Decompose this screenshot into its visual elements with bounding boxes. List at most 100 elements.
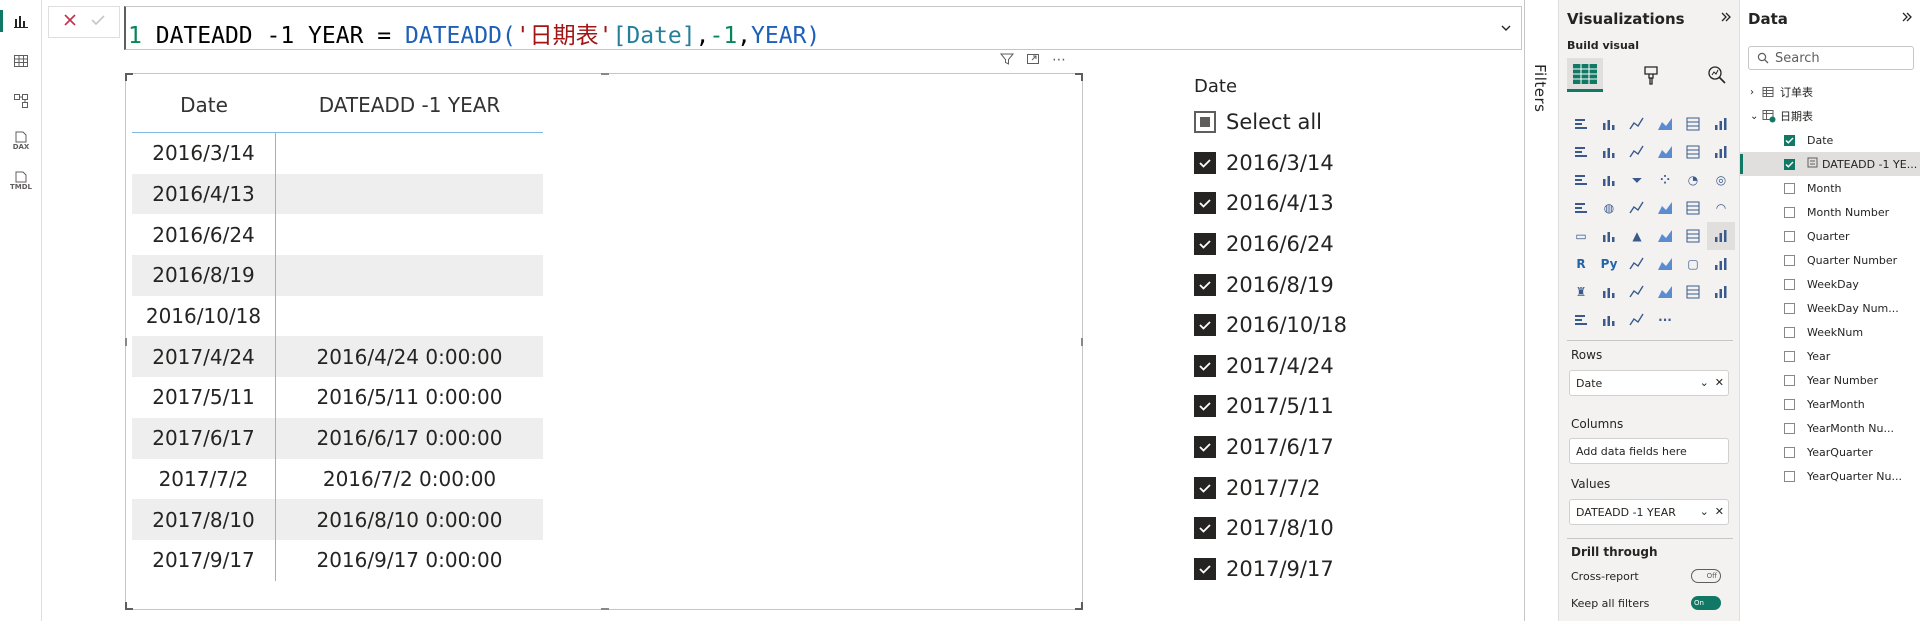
field-item[interactable]: Quarter Number: [1740, 248, 1920, 272]
focus-mode-icon[interactable]: [1026, 51, 1040, 70]
pie-chart-icon[interactable]: ◔: [1679, 166, 1707, 194]
format-visual-tab[interactable]: [1633, 58, 1669, 92]
formula-bar[interactable]: 1 DATEADD -1 YEAR = DATEADD('日期表'[Date],…: [124, 6, 1522, 50]
resize-handle[interactable]: [125, 338, 127, 346]
slicer-item[interactable]: 2016/4/13: [1194, 183, 1454, 224]
field-item[interactable]: WeekNum: [1740, 320, 1920, 344]
resize-corner[interactable]: [125, 602, 133, 610]
stacked-column-100-icon[interactable]: [1707, 110, 1735, 138]
new-card-icon[interactable]: [1623, 278, 1651, 306]
field-item[interactable]: DATEADD -1 YE...: [1740, 152, 1920, 176]
treemap-icon[interactable]: [1567, 194, 1595, 222]
power-apps-icon[interactable]: [1679, 278, 1707, 306]
line-clustered-column-icon[interactable]: [1707, 138, 1735, 166]
filters-pane-collapsed[interactable]: Filters: [1524, 0, 1558, 621]
checked-checkbox-icon[interactable]: [1194, 476, 1216, 499]
remove-field-icon[interactable]: ✕: [1715, 376, 1724, 389]
stacked-bar-icon[interactable]: [1567, 110, 1595, 138]
partial-checkbox-icon[interactable]: [1194, 111, 1216, 134]
field-item[interactable]: YearMonth Nu...: [1740, 416, 1920, 440]
matrix-icon[interactable]: [1707, 222, 1735, 250]
table-view-button[interactable]: [0, 44, 42, 78]
resize-handle[interactable]: [601, 608, 609, 610]
line-chart-icon[interactable]: [1567, 138, 1595, 166]
area-100-icon[interactable]: [1651, 138, 1679, 166]
commit-check-icon[interactable]: [90, 12, 106, 32]
qa-icon[interactable]: ▢: [1679, 250, 1707, 278]
power-automate-icon[interactable]: [1707, 278, 1735, 306]
table-row[interactable]: 2017/6/17 2016/6/17 0:00:00: [132, 417, 543, 459]
unchecked-checkbox-icon[interactable]: [1784, 326, 1795, 338]
slicer-select-all[interactable]: Select all: [1194, 102, 1454, 143]
column-header-date[interactable]: Date: [132, 78, 276, 132]
funnel-icon[interactable]: ⏷: [1623, 166, 1651, 194]
field-item[interactable]: Month Number: [1740, 200, 1920, 224]
field-item[interactable]: YearQuarter: [1740, 440, 1920, 464]
keep-all-filters-toggle[interactable]: On: [1691, 596, 1721, 610]
collapse-data-button[interactable]: [1900, 10, 1914, 28]
checked-checkbox-icon[interactable]: [1194, 151, 1216, 174]
chevron-down-icon[interactable]: ⌄: [1700, 376, 1709, 389]
new-slicer-icon[interactable]: [1651, 278, 1679, 306]
values-field-well[interactable]: DATEADD -1 YEAR ⌄ ✕: [1569, 499, 1729, 525]
map-icon[interactable]: ◍: [1595, 194, 1623, 222]
field-item[interactable]: Month: [1740, 176, 1920, 200]
model-view-button[interactable]: [0, 84, 42, 118]
unchecked-checkbox-icon[interactable]: [1784, 254, 1795, 266]
more-visuals-icon[interactable]: ···: [1651, 306, 1679, 334]
slicer-item[interactable]: 2017/5/11: [1194, 386, 1454, 427]
slicer-item[interactable]: 2016/6/24: [1194, 224, 1454, 265]
table-row[interactable]: 2016/6/24: [132, 214, 543, 256]
field-item[interactable]: Date: [1740, 128, 1920, 152]
slicer-item[interactable]: 2017/8/10: [1194, 508, 1454, 549]
checked-checkbox-icon[interactable]: [1194, 436, 1216, 459]
table-row[interactable]: 2017/5/11 2016/5/11 0:00:00: [132, 377, 543, 418]
data-search-input[interactable]: Search: [1748, 46, 1914, 70]
kpi-icon[interactable]: ▲: [1623, 222, 1651, 250]
field-item[interactable]: Quarter: [1740, 224, 1920, 248]
clustered-column-icon[interactable]: [1651, 110, 1679, 138]
python-visual-icon[interactable]: Py: [1595, 250, 1623, 278]
ribbon-chart-icon[interactable]: [1567, 166, 1595, 194]
azure-map-icon[interactable]: [1679, 194, 1707, 222]
multi-row-card-icon[interactable]: [1595, 222, 1623, 250]
copilot-icon[interactable]: [1623, 306, 1651, 334]
slicer-item[interactable]: 2016/8/19: [1194, 264, 1454, 305]
field-item[interactable]: WeekDay: [1740, 272, 1920, 296]
table-row[interactable]: 2016/8/19: [132, 255, 543, 296]
stacked-area-icon[interactable]: [1623, 138, 1651, 166]
stacked-column-icon[interactable]: [1595, 110, 1623, 138]
checked-checkbox-icon[interactable]: [1194, 233, 1216, 256]
expand-formula-button[interactable]: [1497, 19, 1515, 37]
unchecked-checkbox-icon[interactable]: [1784, 302, 1795, 314]
table-row[interactable]: 2017/7/2 2016/7/2 0:00:00: [132, 458, 543, 500]
formula-text[interactable]: 1 DATEADD -1 YEAR = DATEADD('日期表'[Date],…: [128, 16, 820, 50]
gauge-icon[interactable]: ◠: [1707, 194, 1735, 222]
checked-checkbox-icon[interactable]: [1194, 192, 1216, 215]
collapse-visualizations-button[interactable]: [1719, 10, 1733, 28]
slicer-item[interactable]: 2017/6/17: [1194, 427, 1454, 468]
key-influencers-icon[interactable]: [1623, 250, 1651, 278]
tmdl-view-button[interactable]: TMDL: [0, 164, 42, 198]
r-visual-icon[interactable]: R: [1567, 250, 1595, 278]
columns-field-well[interactable]: Add data fields here: [1569, 438, 1729, 464]
table-node-calendar[interactable]: ⌄ 日期表: [1740, 104, 1920, 128]
paginated-report-icon[interactable]: [1595, 278, 1623, 306]
shape-map-icon[interactable]: [1651, 194, 1679, 222]
table-row[interactable]: 2017/9/17 2016/9/17 0:00:00: [132, 539, 543, 581]
field-item[interactable]: Year: [1740, 344, 1920, 368]
checked-checkbox-icon[interactable]: [1194, 517, 1216, 540]
filter-icon[interactable]: [999, 51, 1015, 70]
card-icon[interactable]: ▭: [1567, 222, 1595, 250]
cross-report-toggle[interactable]: Off: [1691, 569, 1721, 583]
unchecked-checkbox-icon[interactable]: [1784, 230, 1795, 242]
donut-chart-icon[interactable]: ◎: [1707, 166, 1735, 194]
unchecked-checkbox-icon[interactable]: [1784, 446, 1795, 458]
checked-checkbox-icon[interactable]: [1784, 158, 1795, 170]
chevron-down-icon[interactable]: ⌄: [1700, 505, 1709, 518]
dax-query-view-button[interactable]: DAX: [0, 124, 42, 158]
slicer-icon[interactable]: [1651, 222, 1679, 250]
unchecked-checkbox-icon[interactable]: [1784, 422, 1795, 434]
slicer-item[interactable]: 2017/4/24: [1194, 346, 1454, 387]
slicer-item[interactable]: 2016/10/18: [1194, 305, 1454, 346]
